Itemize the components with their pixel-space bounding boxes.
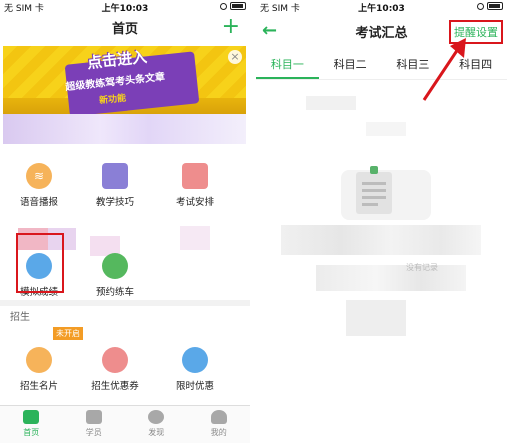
tab-home[interactable]: 首页 xyxy=(0,406,63,443)
sound-wave-icon: ≋ xyxy=(26,163,52,189)
section-title-recruit: 招生 xyxy=(10,312,30,323)
tab-subject-2[interactable]: 科目二 xyxy=(319,50,382,79)
rotation-lock-icon xyxy=(220,2,227,10)
clock-icon xyxy=(182,347,208,373)
rotation-lock-icon xyxy=(477,2,484,10)
battery-icon xyxy=(230,2,246,10)
page-title: 考试汇总 xyxy=(355,25,408,41)
card-icon xyxy=(26,347,52,373)
highlight-box-scores xyxy=(16,233,64,293)
home-screen: 无 SIM 卡 上午10:03 首页 + 点击进入 超级教练驾考头条文章 新功能… xyxy=(0,0,250,443)
calendar-icon xyxy=(182,163,208,189)
grid-item-voice[interactable]: ≋ 语音播报 xyxy=(4,163,74,208)
home-navbar: 首页 + xyxy=(0,14,250,40)
close-icon[interactable]: × xyxy=(228,50,242,64)
grid-item-teaching[interactable]: 教学技巧 xyxy=(80,163,150,208)
exam-summary-screen: 无 SIM 卡 上午10:03 ← 考试汇总 提醒设置 科目一 科目二 科目三 … xyxy=(256,0,507,443)
person-icon xyxy=(210,410,227,424)
compass-icon xyxy=(148,410,165,424)
back-arrow-icon[interactable]: ← xyxy=(262,14,277,48)
status-badge: 未开启 xyxy=(53,327,83,340)
bottom-tab-bar: 首页 学员 发现 我的 xyxy=(0,405,250,443)
promo-banner[interactable]: 点击进入 超级教练驾考头条文章 新功能 × xyxy=(3,46,246,114)
blurred-strip xyxy=(3,114,246,144)
add-button[interactable]: + xyxy=(222,14,240,40)
grid-item-coupon[interactable]: 招生优惠券 xyxy=(80,347,150,392)
home-icon xyxy=(23,410,40,424)
coupon-icon xyxy=(102,347,128,373)
tab-discover[interactable]: 发现 xyxy=(125,406,188,443)
status-time: 上午10:03 xyxy=(101,4,149,14)
tab-mine[interactable]: 我的 xyxy=(188,406,251,443)
book-icon xyxy=(102,163,128,189)
grid-item-limited[interactable]: 限时优惠 xyxy=(160,347,230,392)
page-title: 首页 xyxy=(111,21,138,37)
grid-item-exam[interactable]: 考试安排 xyxy=(160,163,230,208)
grid-item-booking[interactable]: 预约练车 xyxy=(80,253,150,298)
status-bar: 无 SIM 卡 上午10:03 xyxy=(256,0,507,14)
grid-item-card[interactable]: 招生名片 xyxy=(4,347,74,392)
annotation-arrow-icon xyxy=(422,38,466,101)
empty-state-text: 没有记录 xyxy=(406,263,438,272)
status-bar: 无 SIM 卡 上午10:03 xyxy=(0,0,250,14)
battery-icon xyxy=(487,2,503,10)
students-icon xyxy=(85,410,102,424)
document-icon xyxy=(356,166,392,214)
status-time: 上午10:03 xyxy=(358,4,405,14)
tab-subject-1[interactable]: 科目一 xyxy=(256,50,319,79)
tab-students[interactable]: 学员 xyxy=(63,406,126,443)
car-icon xyxy=(102,253,128,279)
